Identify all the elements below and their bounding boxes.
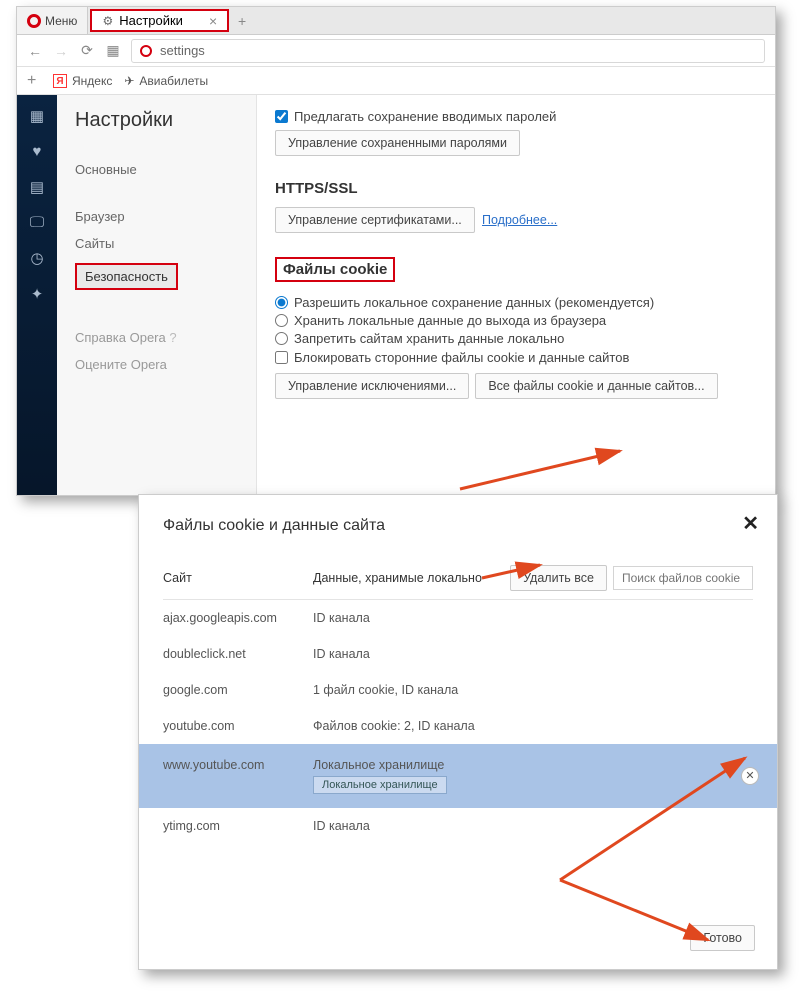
delete-all-button[interactable]: Удалить все xyxy=(510,565,607,591)
icon-sidebar: ▦ ♥ ▤ 🖵 ◷ ✦ xyxy=(17,95,57,495)
speeddial-icon[interactable]: ▦ xyxy=(30,107,44,125)
close-icon[interactable]: × xyxy=(209,13,217,29)
tab-title: Настройки xyxy=(119,13,183,28)
toolbar: ← → ⟳ ▦ settings xyxy=(17,35,775,67)
page-title: Настройки xyxy=(75,109,256,132)
all-cookies-button[interactable]: Все файлы cookie и данные сайтов... xyxy=(475,373,717,399)
exceptions-button[interactable]: Управление исключениями... xyxy=(275,373,469,399)
table-row[interactable]: doubleclick.netID канала xyxy=(163,636,753,672)
titlebar: Меню ⚙ Настройки × + xyxy=(17,7,775,35)
settings-content: Предлагать сохранение вводимых паролей У… xyxy=(257,95,775,495)
extensions-icon[interactable]: ✦ xyxy=(31,285,44,303)
table-row[interactable]: ytimg.comID канала xyxy=(163,808,753,844)
block-3p-checkbox[interactable]: Блокировать сторонние файлы cookie и дан… xyxy=(275,350,757,365)
nav-help[interactable]: Справка Opera ? xyxy=(75,324,256,351)
gear-icon: ⚙ xyxy=(102,14,113,28)
cookie-allow-radio[interactable]: Разрешить локальное сохранение данных (р… xyxy=(275,295,757,310)
bookmark-bar: + ЯЯндекс ✈Авиабилеты xyxy=(17,67,775,95)
col-site-header: Сайт xyxy=(163,571,313,585)
nav-browser[interactable]: Браузер xyxy=(75,203,256,230)
nav-sites[interactable]: Сайты xyxy=(75,230,256,257)
table-row[interactable]: ajax.googleapis.comID канала xyxy=(163,600,753,636)
nav-basic[interactable]: Основные xyxy=(75,156,256,183)
close-icon[interactable]: ✕ xyxy=(742,511,759,536)
opera-icon xyxy=(27,14,41,28)
https-heading: HTTPS/SSL xyxy=(275,180,757,197)
col-data-header: Данные, хранимые локально xyxy=(313,571,510,585)
delete-row-icon[interactable]: ✕ xyxy=(741,767,759,785)
body: ▦ ♥ ▤ 🖵 ◷ ✦ Настройки Основные Браузер С… xyxy=(17,95,775,495)
forward-icon[interactable]: → xyxy=(53,43,69,59)
settings-nav: Настройки Основные Браузер Сайты Безопас… xyxy=(57,95,257,495)
dialog-title: Файлы cookie и данные сайта xyxy=(163,517,753,535)
news-icon[interactable]: ▤ xyxy=(30,178,44,196)
cookie-session-radio[interactable]: Хранить локальные данные до выхода из бр… xyxy=(275,313,757,328)
help-icon: ? xyxy=(169,330,176,345)
address-bar[interactable]: settings xyxy=(131,39,765,63)
add-bookmark-icon[interactable]: + xyxy=(27,72,41,90)
reload-icon[interactable]: ⟳ xyxy=(79,42,95,59)
done-button[interactable]: Готово xyxy=(690,925,755,951)
cookies-dialog: Файлы cookie и данные сайта ✕ Сайт Данны… xyxy=(138,494,778,970)
manage-passwords-button[interactable]: Управление сохраненными паролями xyxy=(275,130,520,156)
devices-icon[interactable]: 🖵 xyxy=(30,214,44,231)
nav-security[interactable]: Безопасность xyxy=(75,257,256,296)
cookie-block-radio[interactable]: Запретить сайтам хранить данные локально xyxy=(275,331,757,346)
search-input[interactable] xyxy=(613,566,753,590)
plane-icon: ✈ xyxy=(124,74,134,88)
manage-certs-button[interactable]: Управление сертификатами... xyxy=(275,207,475,233)
nav-rate[interactable]: Оцените Opera xyxy=(75,351,256,378)
speeddial-icon[interactable]: ▦ xyxy=(105,42,121,59)
checkbox-input[interactable] xyxy=(275,110,288,123)
bookmark-yandex[interactable]: ЯЯндекс xyxy=(53,74,112,88)
new-tab-button[interactable]: + xyxy=(231,7,253,34)
menu-button[interactable]: Меню xyxy=(17,7,88,34)
opera-icon xyxy=(140,45,152,57)
bookmark-avia[interactable]: ✈Авиабилеты xyxy=(124,74,208,88)
dialog-header-row: Сайт Данные, хранимые локально Удалить в… xyxy=(163,565,753,600)
table-row[interactable]: youtube.comФайлов cookie: 2, ID канала xyxy=(163,708,753,744)
more-link[interactable]: Подробнее... xyxy=(482,213,557,227)
table-row[interactable]: google.com1 файл cookie, ID канала xyxy=(163,672,753,708)
heart-icon[interactable]: ♥ xyxy=(33,143,42,160)
cookies-heading: Файлы cookie xyxy=(275,257,395,282)
back-icon[interactable]: ← xyxy=(27,43,43,59)
table-row-selected[interactable]: www.youtube.com Локальное хранилище Лока… xyxy=(139,744,777,808)
yandex-icon: Я xyxy=(53,74,67,88)
opera-window: Меню ⚙ Настройки × + ← → ⟳ ▦ settings + … xyxy=(16,6,776,496)
url-text: settings xyxy=(160,43,205,58)
save-passwords-checkbox[interactable]: Предлагать сохранение вводимых паролей xyxy=(275,109,757,124)
menu-label: Меню xyxy=(45,14,77,28)
history-icon[interactable]: ◷ xyxy=(30,249,43,267)
tab-settings[interactable]: ⚙ Настройки × xyxy=(90,9,229,32)
storage-chip[interactable]: Локальное хранилище xyxy=(313,776,447,794)
